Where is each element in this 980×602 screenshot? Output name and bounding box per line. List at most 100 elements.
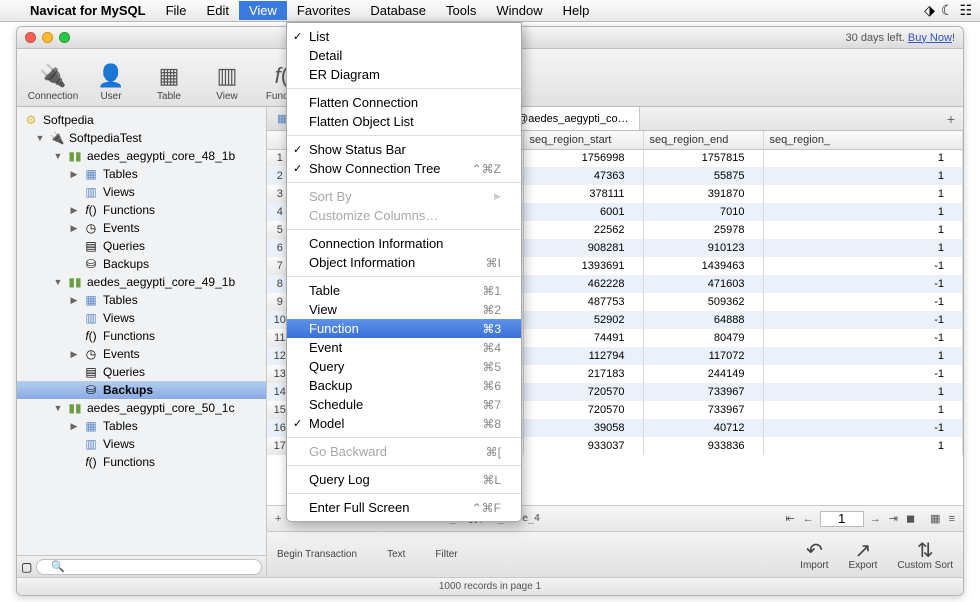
text-mode-button[interactable]: Text — [387, 549, 405, 560]
status-icon-3[interactable]: ☷ — [959, 2, 972, 19]
tree-functions[interactable]: f()Functions — [17, 453, 266, 471]
tree-events[interactable]: ▶◷Events — [17, 219, 266, 237]
toolbar-table[interactable]: ▦Table — [141, 59, 197, 104]
menu-item[interactable]: ER Diagram — [287, 65, 521, 84]
menu-item[interactable]: Connection Information — [287, 234, 521, 253]
menu-view[interactable]: View — [239, 1, 287, 20]
sidebar-toggle-icon[interactable]: ▢ — [21, 560, 32, 574]
menu-item[interactable]: Flatten Connection — [287, 93, 521, 112]
next-page-button[interactable]: → — [868, 513, 883, 525]
disclosure-arrow[interactable]: ▼ — [53, 151, 63, 161]
tree-database[interactable]: ▼▮▮aedes_aegypti_core_49_1b — [17, 273, 266, 291]
menu-item[interactable]: Table⌘1 — [287, 281, 521, 300]
last-page-button[interactable]: ⇥ — [887, 512, 900, 525]
tree-events[interactable]: ▶◷Events — [17, 345, 266, 363]
plug-icon: 🔌 — [49, 131, 65, 145]
menu-item[interactable]: Function⌘3 — [287, 319, 521, 338]
export-button[interactable]: ↗Export — [849, 538, 878, 571]
add-row-button[interactable]: + — [273, 513, 283, 525]
status-bar: 1000 records in page 1 — [17, 577, 963, 595]
grid-view-icon[interactable]: ▦ — [928, 512, 942, 525]
menu-item[interactable]: Backup⌘6 — [287, 376, 521, 395]
tree-tables[interactable]: ▶▦Tables — [17, 165, 266, 183]
menu-favorites[interactable]: Favorites — [287, 1, 360, 20]
view-dropdown-menu: ✓ListDetailER DiagramFlatten ConnectionF… — [286, 22, 522, 522]
menu-edit[interactable]: Edit — [197, 1, 239, 20]
app-menu[interactable]: Navicat for MySQL — [20, 1, 156, 20]
tree-views[interactable]: ▥Views — [17, 309, 266, 327]
tree-connection[interactable]: ▼🔌SoftpediaTest — [17, 129, 266, 147]
menu-item[interactable]: Schedule⌘7 — [287, 395, 521, 414]
view-icon: ▥ — [83, 437, 99, 451]
view-icon: ▥ — [83, 185, 99, 199]
menu-item: Go Backward⌘[ — [287, 442, 521, 461]
tree-functions[interactable]: f()Functions — [17, 327, 266, 345]
sidebar-search-input[interactable] — [36, 559, 262, 575]
trial-notice: 30 days left. Buy Now! — [846, 32, 955, 44]
tree-views[interactable]: ▥Views — [17, 435, 266, 453]
tree-root[interactable]: ⚙Softpedia — [17, 111, 266, 129]
menu-item: Sort By▶ — [287, 187, 521, 206]
tree-tables[interactable]: ▶▦Tables — [17, 417, 266, 435]
tree-tables[interactable]: ▶▦Tables — [17, 291, 266, 309]
minimize-button[interactable] — [42, 32, 53, 43]
custom-sort-button[interactable]: ⇅Custom Sort — [897, 538, 953, 571]
menu-item[interactable]: Flatten Object List — [287, 112, 521, 131]
menu-item[interactable]: ✓Model⌘8 — [287, 414, 521, 433]
buy-now-link[interactable]: Buy Now — [908, 32, 952, 44]
menu-item[interactable]: ✓List — [287, 27, 521, 46]
tree-backups[interactable]: ⛁Backups — [17, 381, 266, 399]
close-button[interactable] — [25, 32, 36, 43]
new-tab-button[interactable]: + — [939, 107, 963, 130]
menu-item[interactable]: Object Information⌘I — [287, 253, 521, 272]
toolbar-view[interactable]: ▥View — [199, 59, 255, 104]
system-menubar: Navicat for MySQL File Edit View Favorit… — [0, 0, 980, 22]
form-view-icon[interactable]: ≡ — [947, 513, 957, 525]
menu-item: Customize Columns… — [287, 206, 521, 225]
menu-tools[interactable]: Tools — [436, 1, 486, 20]
toolbar-connection[interactable]: 🔌Connection — [25, 59, 81, 104]
tree-database[interactable]: ▼▮▮aedes_aegypti_core_50_1c — [17, 399, 266, 417]
column-header[interactable]: seq_region_start — [523, 131, 643, 149]
import-button[interactable]: ↶Import — [800, 538, 828, 571]
tree-views[interactable]: ▥Views — [17, 183, 266, 201]
function-icon: f() — [83, 329, 99, 343]
tree-queries[interactable]: ▤Queries — [17, 237, 266, 255]
database-icon: ▮▮ — [67, 275, 83, 289]
menu-item[interactable]: View⌘2 — [287, 300, 521, 319]
menu-item[interactable]: Enter Full Screen⌃⌘F — [287, 498, 521, 517]
plug-icon: ⚙ — [23, 113, 39, 127]
tree-database[interactable]: ▼▮▮aedes_aegypti_core_48_1b — [17, 147, 266, 165]
status-icon[interactable]: ⬗ — [924, 2, 935, 19]
menu-window[interactable]: Window — [486, 1, 552, 20]
menu-help[interactable]: Help — [553, 1, 600, 20]
zoom-button[interactable] — [59, 32, 70, 43]
status-icon-2[interactable]: ☾ — [941, 2, 954, 19]
filter-button[interactable]: Filter — [435, 549, 457, 560]
column-header[interactable]: seq_region_ — [763, 131, 963, 149]
plug-icon: 🔌 — [38, 61, 68, 91]
tree-backups[interactable]: ⛁Backups — [17, 255, 266, 273]
page-input[interactable] — [820, 511, 864, 527]
menu-file[interactable]: File — [156, 1, 197, 20]
menu-item[interactable]: Detail — [287, 46, 521, 65]
view-icon: ▥ — [83, 311, 99, 325]
menu-item[interactable]: Event⌘4 — [287, 338, 521, 357]
first-page-button[interactable]: ⇤ — [784, 512, 797, 525]
database-icon: ▮▮ — [67, 401, 83, 415]
prev-page-button[interactable]: ← — [801, 513, 816, 525]
menu-item[interactable]: ✓Show Connection Tree⌃⌘Z — [287, 159, 521, 178]
stop-button[interactable]: ◼ — [904, 512, 917, 525]
tree-functions[interactable]: ▶f()Functions — [17, 201, 266, 219]
toolbar-user[interactable]: 👤User — [83, 59, 139, 104]
column-header[interactable]: seq_region_end — [643, 131, 763, 149]
tree-queries[interactable]: ▤Queries — [17, 363, 266, 381]
view-icon: ▥ — [212, 61, 242, 91]
menu-item[interactable]: Query⌘5 — [287, 357, 521, 376]
menu-item[interactable]: Query Log⌘L — [287, 470, 521, 489]
menu-item[interactable]: ✓Show Status Bar — [287, 140, 521, 159]
disclosure-arrow[interactable]: ▼ — [35, 133, 45, 143]
begin-transaction-button[interactable]: Begin Transaction — [277, 549, 357, 560]
menu-database[interactable]: Database — [360, 1, 436, 20]
menubar-right-icons: ⬗ ☾ ☷ — [924, 2, 972, 19]
